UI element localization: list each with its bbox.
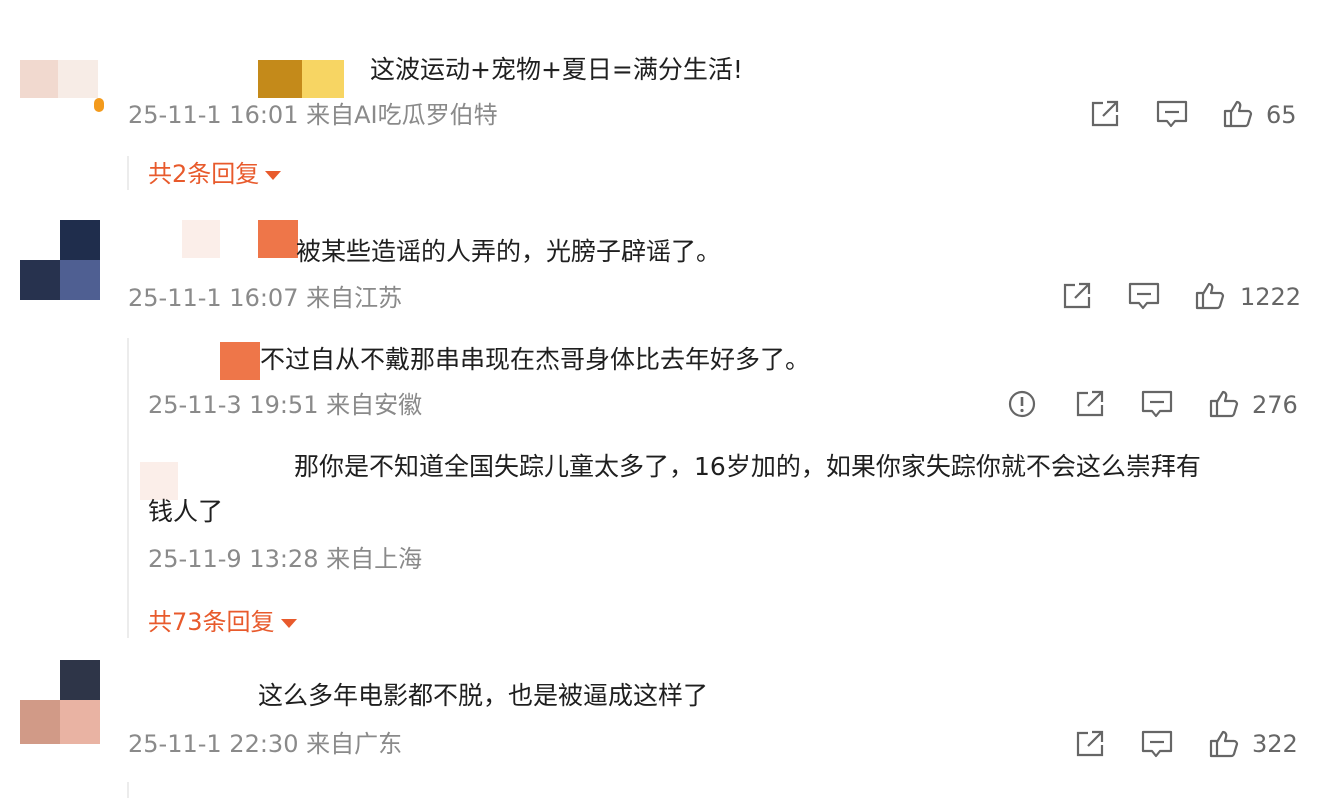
expand-replies-link[interactable]: 共2条回复 bbox=[148, 158, 282, 190]
comment-button[interactable] bbox=[1124, 278, 1164, 314]
share-icon bbox=[1076, 390, 1104, 417]
comment-icon bbox=[1156, 100, 1188, 128]
reply-thread-line bbox=[127, 156, 129, 190]
comment-button[interactable] bbox=[1137, 726, 1177, 762]
comment-text: 这波运动+宠物+夏日=满分生活! bbox=[370, 55, 743, 84]
like-count: 65 bbox=[1266, 101, 1297, 129]
comment-icon bbox=[1141, 390, 1173, 418]
comment-meta: 25-11-1 22:30 来自广东 bbox=[128, 730, 403, 758]
share-button[interactable] bbox=[1070, 386, 1110, 422]
share-button[interactable] bbox=[1085, 96, 1125, 132]
like-count: 276 bbox=[1252, 391, 1298, 419]
comment-meta: 25-11-1 16:01 来自AI吃瓜罗伯特 bbox=[128, 101, 498, 129]
thumbs-up-icon bbox=[1209, 730, 1239, 758]
reply-meta: 25-11-3 19:51 来自安徽 bbox=[148, 391, 423, 419]
share-icon bbox=[1063, 282, 1091, 309]
avatar[interactable] bbox=[18, 658, 100, 748]
like-button[interactable] bbox=[1204, 386, 1244, 422]
like-button[interactable] bbox=[1204, 726, 1244, 762]
username-blur[interactable] bbox=[140, 462, 178, 500]
username-blur[interactable] bbox=[220, 342, 260, 380]
thumbs-up-icon bbox=[1223, 100, 1253, 128]
username-blur[interactable] bbox=[302, 60, 344, 98]
reply-text: 不过自从不戴那串串现在杰哥身体比去年好多了。 bbox=[260, 345, 811, 374]
comment-text: 被某些造谣的人弄的，光膀子辟谣了。 bbox=[296, 237, 722, 266]
username-blur[interactable] bbox=[182, 220, 220, 258]
share-icon bbox=[1091, 100, 1119, 127]
replies-count-label: 共73条回复 bbox=[148, 608, 275, 636]
comment-button[interactable] bbox=[1152, 96, 1192, 132]
comment-button[interactable] bbox=[1137, 386, 1177, 422]
username-blur[interactable] bbox=[258, 220, 298, 258]
share-icon bbox=[1076, 730, 1104, 757]
reply-text-continued: 钱人了 bbox=[148, 497, 224, 526]
reply-thread-line bbox=[127, 338, 129, 638]
like-count: 1222 bbox=[1240, 283, 1302, 311]
comment-icon bbox=[1128, 282, 1160, 310]
share-button[interactable] bbox=[1057, 278, 1097, 314]
reply-thread-line bbox=[127, 782, 129, 798]
report-icon bbox=[1008, 390, 1036, 418]
expand-replies-link[interactable]: 共73条回复 bbox=[148, 606, 297, 638]
avatar[interactable] bbox=[18, 218, 100, 302]
like-button[interactable] bbox=[1190, 278, 1230, 314]
comment-icon bbox=[1141, 730, 1173, 758]
like-count: 322 bbox=[1252, 730, 1298, 758]
avatar[interactable] bbox=[18, 58, 104, 120]
thumbs-up-icon bbox=[1209, 390, 1239, 418]
reply-meta: 25-11-9 13:28 来自上海 bbox=[148, 545, 423, 573]
comment-meta: 25-11-1 16:07 来自江苏 bbox=[128, 284, 403, 312]
username-blur[interactable] bbox=[258, 60, 302, 98]
report-button[interactable] bbox=[1002, 386, 1042, 422]
comment-text: 这么多年电影都不脱，也是被逼成这样了 bbox=[258, 681, 709, 710]
chevron-down-icon bbox=[265, 170, 282, 180]
like-button[interactable] bbox=[1218, 96, 1258, 132]
reply-text: 那你是不知道全国失踪儿童太多了，16岁加的，如果你家失踪你就不会这么崇拜有 bbox=[294, 452, 1201, 481]
replies-count-label: 共2条回复 bbox=[148, 160, 260, 188]
chevron-down-icon bbox=[280, 618, 297, 628]
thumbs-up-icon bbox=[1195, 282, 1225, 310]
share-button[interactable] bbox=[1070, 726, 1110, 762]
